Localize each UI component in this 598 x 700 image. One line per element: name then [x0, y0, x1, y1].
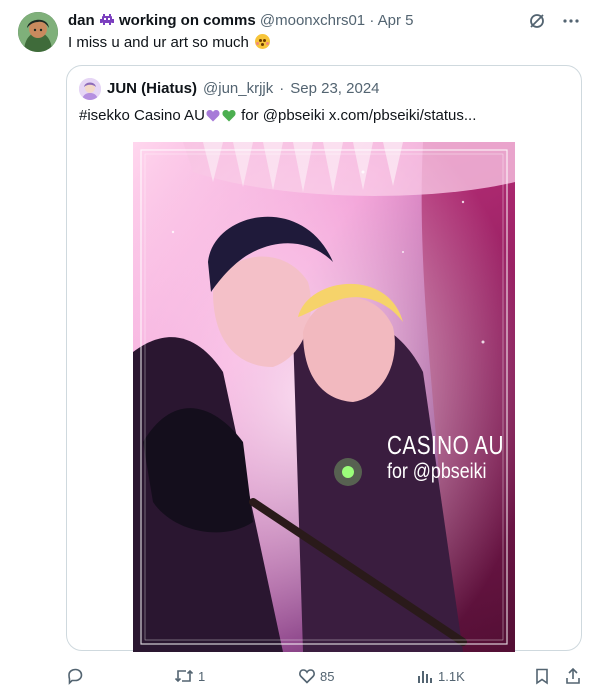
tweet-header: dan working on comms @moonxchrs01 · Apr … — [68, 11, 414, 34]
tweet-actions: 1 85 1.1K — [66, 665, 582, 687]
like-count: 85 — [320, 668, 335, 684]
illustration-image — [133, 142, 515, 652]
image-subtitle: for @pbseiki — [387, 460, 487, 483]
green-heart-icon — [222, 110, 236, 122]
tweet-top-icons — [526, 10, 582, 32]
reply-button[interactable] — [66, 667, 88, 685]
bookmark-button[interactable] — [533, 667, 551, 685]
purple-heart-icon — [206, 110, 220, 122]
views-count: 1.1K — [438, 668, 465, 684]
quoted-hashtag[interactable]: #isekko Casino AU — [79, 107, 205, 124]
retweet-button[interactable]: 1 — [174, 667, 205, 685]
quoted-text: #isekko Casino AU for @pbseiki x.com/pbs… — [79, 106, 476, 126]
retweet-icon — [174, 669, 194, 683]
bookmark-icon — [536, 668, 548, 685]
quoted-text-rest: for @pbseiki x.com/pbseiki/status... — [236, 107, 477, 124]
like-button[interactable]: 85 — [298, 667, 334, 685]
flushed-face-icon — [255, 34, 271, 49]
quoted-author-handle[interactable]: @jun_krjjk — [203, 79, 273, 99]
tweet[interactable]: dan working on comms @moonxchrs01 · Apr … — [0, 0, 598, 700]
quoted-avatar[interactable] — [79, 78, 101, 100]
quoted-header: JUN (Hiatus) @jun_krjjk · Sep 23, 2024 — [79, 78, 380, 100]
space-invader-icon — [99, 12, 115, 34]
author-name[interactable]: dan working on comms — [68, 12, 260, 29]
quoted-separator: · — [279, 80, 285, 97]
avatar-icon — [18, 12, 58, 52]
quoted-author-name[interactable]: JUN (Hiatus) — [107, 79, 197, 99]
more-options-icon[interactable] — [560, 10, 582, 32]
heart-icon — [299, 669, 315, 684]
views-icon — [418, 671, 432, 683]
retweet-count: 1 — [198, 668, 206, 684]
quoted-avatar-icon — [79, 78, 101, 100]
image-title: CASINO AU — [387, 430, 504, 460]
share-button[interactable] — [564, 667, 582, 685]
reply-icon — [68, 668, 83, 685]
quoted-image[interactable]: CASINO AU for @pbseiki — [133, 142, 515, 652]
author-avatar[interactable] — [18, 12, 58, 52]
tweet-text: I miss u and ur art so much — [68, 33, 271, 53]
grok-icon[interactable] — [526, 10, 548, 32]
share-icon — [566, 667, 580, 684]
quoted-date[interactable]: Sep 23, 2024 — [290, 79, 379, 99]
tweet-date[interactable]: Apr 5 — [378, 12, 414, 29]
views-button[interactable]: 1.1K — [416, 667, 465, 685]
header-separator: · — [369, 12, 375, 29]
author-handle[interactable]: @moonxchrs01 — [260, 12, 365, 29]
